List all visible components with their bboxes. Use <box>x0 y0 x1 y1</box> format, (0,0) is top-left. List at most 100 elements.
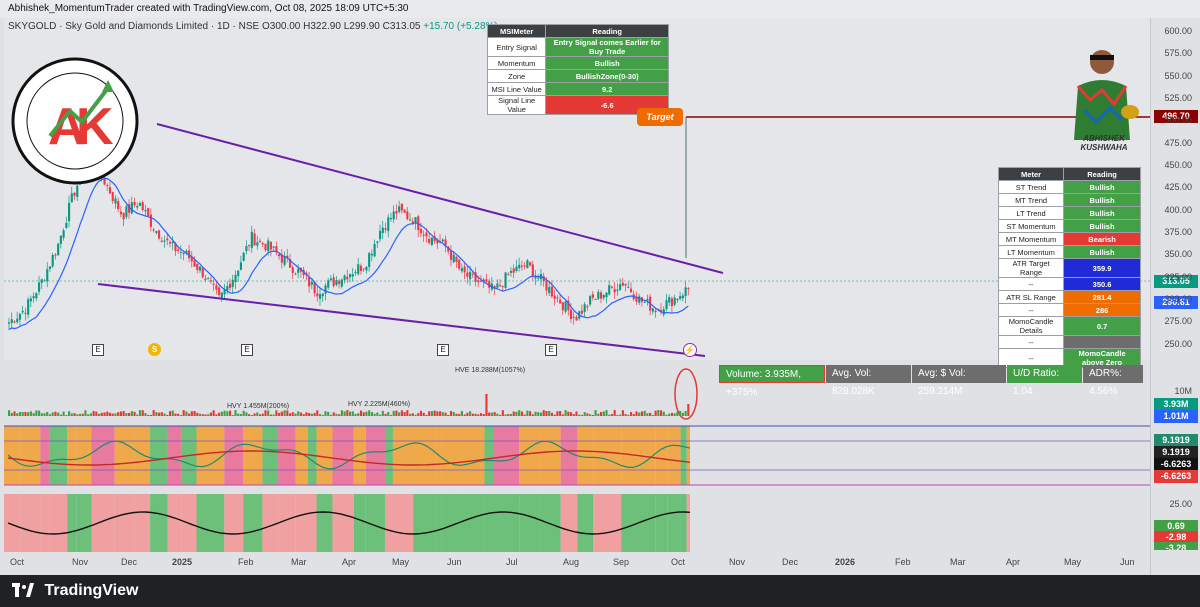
volume-bar <box>245 412 248 416</box>
osc-zone <box>20 494 41 552</box>
candle <box>283 256 286 265</box>
candle <box>138 202 142 206</box>
candle <box>179 251 182 253</box>
volume-bar <box>657 410 660 416</box>
candle <box>406 211 409 220</box>
volume-bar <box>76 414 79 416</box>
candle <box>264 243 267 251</box>
candle <box>425 232 428 237</box>
volume-bar <box>553 414 556 416</box>
avg-dollar-volume-stat: Avg: $ Vol: 259.214M <box>912 365 1006 397</box>
candle <box>597 291 600 299</box>
candle <box>261 243 264 245</box>
candle <box>125 206 128 217</box>
candle <box>163 240 166 242</box>
msi-label: Signal Line Value <box>486 95 547 115</box>
price-tick: 250.00 <box>1164 338 1192 349</box>
meter-row: -- 286 <box>997 303 1141 317</box>
candle <box>409 219 412 221</box>
volume-bar <box>687 404 690 416</box>
time-axis[interactable]: Oct Nov Dec 2025 Feb Mar Apr May Jun Jul Aug Sep Oct… <box>0 553 1150 575</box>
candle <box>523 265 526 267</box>
split-badge[interactable]: S <box>148 343 161 356</box>
msi-zone <box>680 426 687 485</box>
volume-bar <box>133 411 136 416</box>
volume-bar <box>21 412 24 416</box>
volume-bar <box>179 414 182 416</box>
msi-zone <box>402 426 414 485</box>
msi-zone <box>262 426 279 485</box>
candle <box>460 268 463 272</box>
msi-zone <box>365 426 385 485</box>
candle <box>507 274 510 276</box>
chart-header-bar: Abhishek_MomentumTrader created with Tra… <box>0 0 1200 18</box>
meter-row: MomoCandle Details 0.7 <box>997 316 1141 336</box>
osc-zone-bands <box>4 494 690 552</box>
candle <box>340 279 343 287</box>
symbol-name[interactable]: SKYGOLD · Sky Gold and Diamonds Limited … <box>8 21 259 32</box>
osc-zone <box>680 494 687 552</box>
candle <box>278 254 281 257</box>
time-tick: Dec <box>782 557 799 567</box>
price-axis[interactable]: 496.70 313.05 290.61 10M 3.93M 1.01M 9.1… <box>1150 18 1200 575</box>
volume-bar <box>537 412 540 416</box>
volume-bar <box>619 414 622 416</box>
volume-bar <box>485 394 488 416</box>
volume-bar <box>381 410 384 416</box>
candle <box>621 282 624 286</box>
volume-bar <box>569 412 573 416</box>
volume-bar <box>212 410 215 416</box>
volume-bar <box>469 411 472 416</box>
candle <box>673 297 676 305</box>
volume-bar <box>439 411 442 416</box>
candle <box>68 202 71 222</box>
volume-bar <box>209 412 212 416</box>
volume-bar <box>447 414 450 416</box>
chart-area[interactable]: SKYGOLD · Sky Gold and Diamonds Limited … <box>0 18 1200 575</box>
candle <box>21 310 24 313</box>
volume-bar <box>318 414 322 416</box>
volume-bar <box>613 410 616 416</box>
volume-bar <box>665 414 668 416</box>
msi-zone <box>196 426 225 485</box>
candle <box>218 287 221 296</box>
msi-row: MSI Line Value 9.2 <box>486 82 669 96</box>
volume-bar <box>130 411 133 416</box>
msi-meter-table: MSIMeter Reading Entry Signal Entry Signa… <box>486 24 669 115</box>
candle <box>316 293 319 297</box>
volume-bar <box>589 414 592 416</box>
meter-header-meter: Meter <box>997 167 1065 181</box>
osc-zone <box>638 494 656 552</box>
candle <box>526 260 529 269</box>
candle <box>586 306 589 308</box>
volume-bar <box>185 411 188 416</box>
candle <box>239 262 243 270</box>
volume-bar <box>182 410 185 416</box>
osc-zone <box>519 494 540 552</box>
volume-bar <box>73 413 76 416</box>
earnings-badge[interactable]: E <box>241 344 253 356</box>
candle <box>643 301 646 303</box>
volume-bar <box>684 410 687 416</box>
volume-bar <box>321 414 324 416</box>
volume-bar <box>68 411 71 416</box>
osc-zone <box>460 494 485 552</box>
osc-zone <box>114 494 135 552</box>
earnings-badge[interactable]: E <box>437 344 449 356</box>
volume-bar <box>608 414 611 416</box>
volume-bar <box>51 412 54 416</box>
time-tick: Aug <box>563 557 580 567</box>
candle <box>616 289 619 291</box>
time-tick: Nov <box>72 557 89 567</box>
volume-bar <box>354 413 357 416</box>
volume-bar <box>414 414 417 416</box>
price-tick: 375.00 <box>1164 226 1192 237</box>
earnings-badge[interactable]: E <box>92 344 104 356</box>
lightning-icon[interactable]: ⚡ <box>683 343 697 357</box>
candle <box>59 235 62 244</box>
candle <box>545 280 548 291</box>
time-tick: Mar <box>950 557 966 567</box>
msi-zone <box>484 426 493 485</box>
volume-bar <box>449 410 453 416</box>
earnings-badge[interactable]: E <box>545 344 557 356</box>
